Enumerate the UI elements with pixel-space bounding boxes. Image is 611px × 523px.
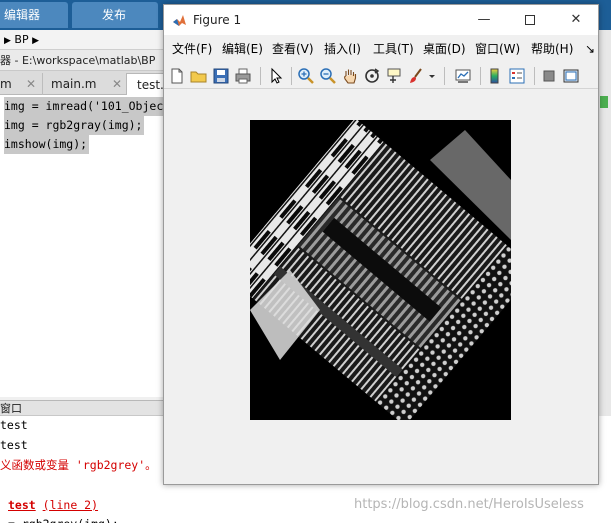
code-editor[interactable]: img = imread('101_Objec img = rgb2gray(i… — [0, 95, 166, 397]
save-icon[interactable] — [212, 67, 230, 85]
show-plot-tools-icon[interactable] — [562, 67, 580, 85]
menu-overflow-icon[interactable]: ↘ — [585, 35, 595, 63]
editor-tab-partial[interactable]: m ✕ — [0, 73, 42, 95]
code-line-1[interactable]: img = imread('101_Objec — [4, 97, 166, 116]
maximize-button[interactable] — [507, 5, 553, 35]
figure-canvas[interactable] — [164, 90, 598, 484]
figure-toolbar — [164, 63, 598, 89]
code-line-2[interactable]: img = rgb2gray(img); — [4, 116, 145, 135]
link-plot-icon[interactable] — [454, 67, 472, 85]
chevron-right-icon: ▶ — [32, 36, 40, 46]
breadcrumb-folder[interactable]: BP — [14, 33, 28, 46]
open-file-icon[interactable] — [190, 67, 208, 85]
matlab-logo-icon — [173, 15, 186, 26]
error-message: 义函数或变量 'rgb2grey'。 — [0, 458, 157, 472]
editor-scroll-strip[interactable] — [597, 30, 611, 416]
print-icon[interactable] — [234, 67, 252, 85]
watermark: https://blog.csdn.net/HeroIsUseless — [354, 497, 584, 512]
grayscale-image-display[interactable] — [250, 120, 511, 420]
chevron-right-icon: ▶ — [4, 36, 11, 46]
toolbar-separator — [534, 67, 535, 85]
hide-plot-tools-icon[interactable] — [540, 67, 558, 85]
accordion-grayscale-image — [250, 120, 511, 420]
menu-desktop[interactable]: 桌面(D) — [423, 35, 466, 63]
current-folder-breadcrumb[interactable]: ▶ BP ▶ — [0, 30, 170, 50]
chevron-down-icon[interactable] — [427, 67, 437, 85]
close-icon[interactable]: ✕ — [112, 73, 122, 95]
command-output-line: test — [0, 438, 28, 452]
toolbar-separator — [444, 67, 445, 85]
toolbar-separator — [480, 67, 481, 85]
menu-file[interactable]: 文件(F) — [172, 35, 212, 63]
command-window-header: 窗口 — [0, 400, 164, 416]
menu-edit[interactable]: 编辑(E) — [222, 35, 263, 63]
menu-insert[interactable]: 插入(I) — [324, 35, 361, 63]
editor-file-tabs: m ✕ main.m ✕ test.m — [0, 71, 186, 95]
error-function-link[interactable]: test — [8, 498, 36, 512]
toolbar-separator — [260, 67, 261, 85]
maximize-icon — [525, 14, 535, 25]
data-cursor-icon[interactable] — [385, 67, 403, 85]
desktop: 编辑器 发布 ▶ BP ▶ 器 - E:\workspace\matlab\BP… — [0, 0, 611, 523]
menu-window[interactable]: 窗口(W) — [475, 35, 520, 63]
close-icon[interactable]: ✕ — [26, 73, 36, 95]
minimize-button[interactable]: — — [461, 5, 507, 35]
code-line-3[interactable]: imshow(img); — [4, 135, 90, 154]
new-figure-icon[interactable] — [168, 67, 186, 85]
colorbar-icon[interactable] — [486, 67, 504, 85]
legend-icon[interactable] — [508, 67, 526, 85]
close-button[interactable]: ✕ — [553, 5, 599, 35]
toolbar-separator — [291, 67, 292, 85]
figure-title-bar[interactable]: Figure 1 — ✕ — [164, 5, 598, 35]
figure-window[interactable]: Figure 1 — ✕ 文件(F) 编辑(E) 查看(V) 插入(I) 工具(… — [163, 4, 599, 485]
figure-menu-bar: 文件(F) 编辑(E) 查看(V) 插入(I) 工具(T) 桌面(D) 窗口(W… — [164, 35, 598, 63]
tab-publish[interactable]: 发布 — [72, 2, 158, 28]
error-trace: test (line 2) — [8, 496, 98, 514]
brush-icon[interactable] — [407, 67, 425, 85]
error-line-link[interactable]: (line 2) — [43, 498, 98, 512]
zoom-in-icon[interactable] — [297, 67, 315, 85]
command-output-line: test — [0, 418, 28, 432]
pan-hand-icon[interactable] — [341, 67, 359, 85]
code-analyzer-indicator — [600, 96, 608, 108]
menu-tools[interactable]: 工具(T) — [373, 35, 414, 63]
editor-path-title: 器 - E:\workspace\matlab\BP — [0, 50, 170, 71]
menu-help[interactable]: 帮助(H) — [531, 35, 573, 63]
error-code-line: = rgb2grey(img); — [8, 515, 119, 523]
figure-title: Figure 1 — [193, 13, 242, 27]
menu-view[interactable]: 查看(V) — [272, 35, 314, 63]
rotate-3d-icon[interactable] — [363, 67, 381, 85]
zoom-out-icon[interactable] — [319, 67, 337, 85]
tab-editor[interactable]: 编辑器 — [0, 2, 68, 28]
pointer-icon[interactable] — [267, 67, 285, 85]
editor-tab-main[interactable]: main.m ✕ — [42, 73, 128, 95]
